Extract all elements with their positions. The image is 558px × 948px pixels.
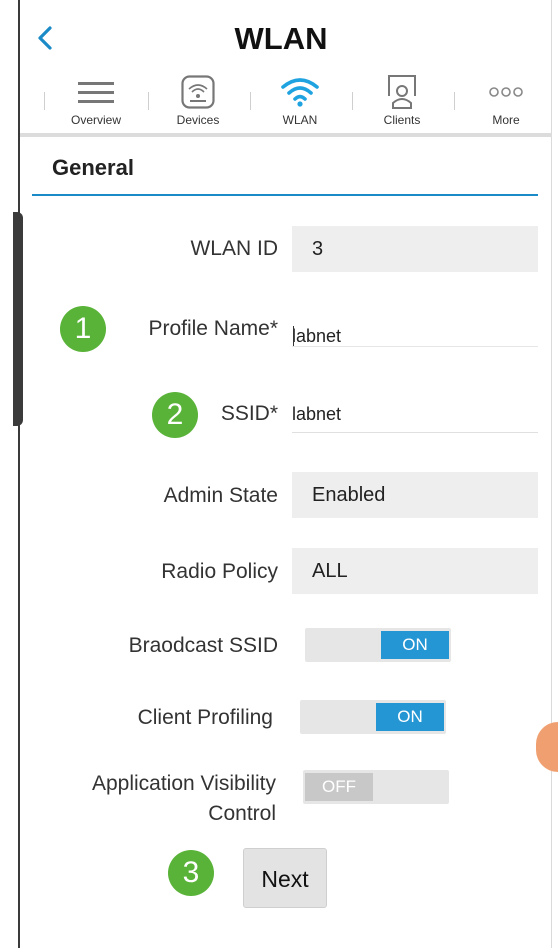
toggle-on-indicator: ON xyxy=(376,703,444,731)
profile-name-input[interactable]: labnet xyxy=(292,310,538,347)
admin-state-value: Enabled xyxy=(312,484,386,506)
nav-separator xyxy=(454,92,455,110)
toggle-off-indicator: OFF xyxy=(305,773,373,801)
broadcast-ssid-toggle[interactable]: ON xyxy=(305,628,451,662)
nav-item-wlan[interactable]: WLAN xyxy=(250,72,350,132)
ssid-label: SSID* xyxy=(220,402,278,425)
wlan-id-value: 3 xyxy=(312,238,324,260)
profile-name-value: labnet xyxy=(292,326,342,346)
broadcast-ssid-label: Braodcast SSID xyxy=(128,634,278,657)
section-underline xyxy=(32,194,538,196)
toggle-on-indicator: ON xyxy=(381,631,449,659)
ssid-input[interactable]: labnet xyxy=(292,396,538,433)
top-nav: Overview Devices WLAN Clients More xyxy=(24,72,552,132)
app-visibility-toggle[interactable]: OFF xyxy=(303,770,449,804)
step-badge-1: 1 xyxy=(60,306,106,352)
radio-policy-value: ALL xyxy=(312,560,348,582)
next-button[interactable]: Next xyxy=(243,848,327,908)
nav-item-label: Overview xyxy=(70,113,121,127)
radio-policy-label: Radio Policy xyxy=(161,560,278,583)
nav-divider xyxy=(20,133,552,137)
wifi-icon xyxy=(281,78,319,107)
phone-side-button xyxy=(13,212,23,426)
client-profiling-label: Client Profiling xyxy=(137,706,273,729)
wlan-id-field[interactable]: 3 xyxy=(292,226,538,272)
page-title: WLAN xyxy=(234,21,328,56)
ssid-value: labnet xyxy=(292,404,342,424)
menu-icon xyxy=(78,82,114,103)
nav-item-label: Clients xyxy=(383,113,421,127)
nav-item-label: More xyxy=(492,113,520,127)
phone-frame-edge xyxy=(0,0,20,948)
nav-item-label: Devices xyxy=(176,113,220,127)
more-icon xyxy=(489,87,523,97)
nav-separator xyxy=(44,92,45,110)
floating-help-button[interactable] xyxy=(536,722,558,772)
app-visibility-label-line2: Control xyxy=(208,802,276,825)
app-visibility-label-line1: Application Visibility xyxy=(91,772,276,795)
client-icon xyxy=(388,75,416,109)
nav-item-devices[interactable]: Devices xyxy=(148,72,248,132)
radio-policy-select[interactable]: ALL xyxy=(292,548,538,594)
profile-name-label: Profile Name* xyxy=(148,317,278,340)
nav-item-overview[interactable]: Overview xyxy=(46,72,146,132)
admin-state-select[interactable]: Enabled xyxy=(292,472,538,518)
text-caret xyxy=(293,326,294,346)
nav-item-clients[interactable]: Clients xyxy=(352,72,452,132)
step-badge-3: 3 xyxy=(168,850,214,896)
nav-item-more[interactable]: More xyxy=(456,72,556,132)
phone-frame-right-edge xyxy=(551,0,558,948)
nav-item-label: WLAN xyxy=(282,113,318,127)
client-profiling-toggle[interactable]: ON xyxy=(300,700,446,734)
step-badge-2: 2 xyxy=(152,392,198,438)
wlan-id-label: WLAN ID xyxy=(190,237,278,260)
section-title: General xyxy=(52,155,134,180)
admin-state-label: Admin State xyxy=(163,484,278,507)
device-icon xyxy=(181,75,215,109)
